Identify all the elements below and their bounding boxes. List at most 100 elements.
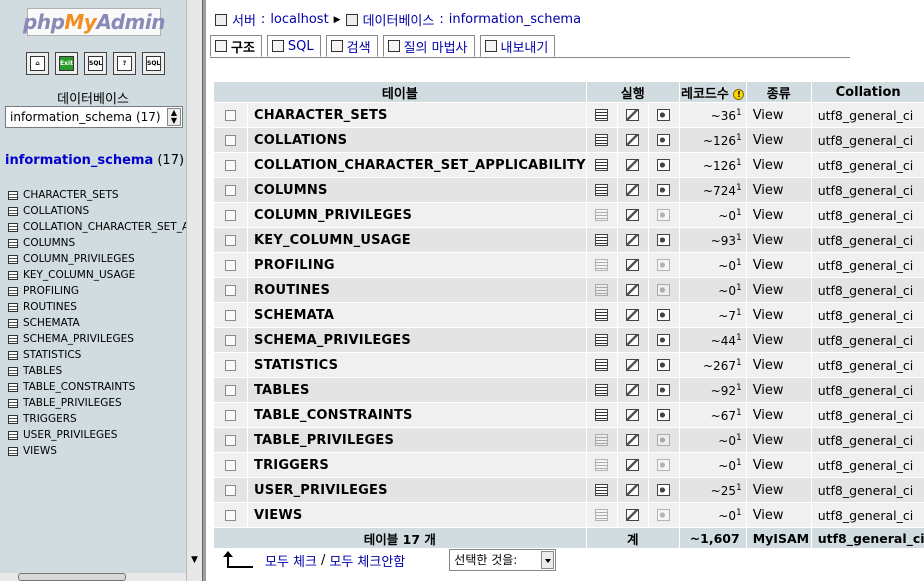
structure-icon[interactable] [626,484,640,496]
search-icon[interactable] [657,184,671,196]
tree-item[interactable]: KEY_COLUMN_USAGE [8,267,186,283]
table-browse-icon[interactable] [8,190,18,200]
table-browse-icon[interactable] [8,286,18,296]
row-table-name[interactable]: COLUMNS [248,178,586,202]
chevron-down-icon[interactable] [541,551,555,569]
search-icon[interactable] [657,309,671,321]
row-table-name[interactable]: TABLE_PRIVILEGES [248,428,586,452]
scroll-thumb[interactable] [18,573,126,581]
tree-item-label[interactable]: VIEWS [23,445,57,457]
browse-icon[interactable] [595,484,609,496]
exit-icon[interactable]: Exit [55,52,78,75]
search-icon[interactable] [657,284,671,296]
browse-icon[interactable] [595,159,609,171]
structure-icon[interactable] [626,509,640,521]
structure-icon[interactable] [626,234,640,246]
structure-icon[interactable] [626,184,640,196]
browse-icon[interactable] [595,384,609,396]
tree-item[interactable]: COLLATION_CHARACTER_SET_APPLICABILITY [8,219,186,235]
tree-item-label[interactable]: COLLATIONS [23,205,89,217]
tree-item-label[interactable]: TABLE_CONSTRAINTS [23,381,135,393]
row-table-name[interactable]: CHARACTER_SETS [248,103,586,127]
with-selected-select[interactable]: 선택한 것을: [449,549,557,571]
row-table-name[interactable]: COLLATION_CHARACTER_SET_APPLICABILITY [248,153,586,177]
table-browse-icon[interactable] [8,334,18,344]
table-browse-icon[interactable] [8,302,18,312]
row-checkbox[interactable] [225,159,236,171]
search-icon[interactable] [657,334,671,346]
tree-item[interactable]: VIEWS [8,443,186,459]
database-select[interactable]: information_schema (17) ▲ ▼ [5,106,183,128]
table-browse-icon[interactable] [8,446,18,456]
row-checkbox[interactable] [225,259,236,271]
tree-item[interactable]: TRIGGERS [8,411,186,427]
header-type[interactable]: 종류 [746,82,811,102]
tree-item[interactable]: SCHEMATA [8,315,186,331]
row-checkbox[interactable] [225,134,236,146]
row-table-name[interactable]: USER_PRIVILEGES [248,478,586,502]
tree-item[interactable]: COLLATIONS [8,203,186,219]
search-icon[interactable] [657,509,671,521]
tree-item-label[interactable]: COLUMN_PRIVILEGES [23,253,135,265]
table-browse-icon[interactable] [8,398,18,408]
row-checkbox[interactable] [225,109,236,121]
tree-item-label[interactable]: SCHEMATA [23,317,80,329]
browse-icon[interactable] [595,209,609,221]
tab-query[interactable]: 질의 마법사 [382,35,475,57]
row-table-name[interactable]: TABLE_CONSTRAINTS [248,403,586,427]
structure-icon[interactable] [626,359,640,371]
tree-item-label[interactable]: COLUMNS [23,237,75,249]
row-checkbox[interactable] [225,484,236,496]
row-table-name[interactable]: PROFILING [248,253,586,277]
structure-icon[interactable] [626,109,640,121]
breadcrumb-server-label[interactable]: 서버 [232,10,256,29]
row-checkbox[interactable] [225,359,236,371]
help-icon[interactable]: ? [113,52,136,75]
row-checkbox[interactable] [225,434,236,446]
tree-item-label[interactable]: PROFILING [23,285,79,297]
table-browse-icon[interactable] [8,206,18,216]
tree-item[interactable]: COLUMN_PRIVILEGES [8,251,186,267]
browse-icon[interactable] [595,409,609,421]
breadcrumb-db-label[interactable]: 데이터베이스 [363,10,435,29]
search-icon[interactable] [657,259,671,271]
tree-item[interactable]: TABLE_CONSTRAINTS [8,379,186,395]
table-browse-icon[interactable] [8,414,18,424]
search-icon[interactable] [657,409,671,421]
tree-item[interactable]: TABLE_PRIVILEGES [8,395,186,411]
browse-icon[interactable] [595,459,609,471]
row-checkbox[interactable] [225,234,236,246]
row-table-name[interactable]: VIEWS [248,503,586,527]
left-horizontal-scrollbar[interactable] [0,573,186,581]
check-all-link[interactable]: 모두 체크 [265,551,317,570]
tree-item-label[interactable]: USER_PRIVILEGES [23,429,117,441]
structure-icon[interactable] [626,159,640,171]
search-icon[interactable] [657,234,671,246]
tree-item-label[interactable]: KEY_COLUMN_USAGE [23,269,135,281]
table-browse-icon[interactable] [8,270,18,280]
table-browse-icon[interactable] [8,430,18,440]
browse-icon[interactable] [595,309,609,321]
tree-item[interactable]: TABLES [8,363,186,379]
tree-item[interactable]: SCHEMA_PRIVILEGES [8,331,186,347]
structure-icon[interactable] [626,134,640,146]
structure-icon[interactable] [626,384,640,396]
header-records[interactable]: 레코드수 ! [679,82,746,102]
search-icon[interactable] [657,434,671,446]
row-checkbox[interactable] [225,284,236,296]
structure-icon[interactable] [626,409,640,421]
tree-item[interactable]: COLUMNS [8,235,186,251]
header-collation[interactable]: Collation [811,82,924,102]
tree-item-label[interactable]: CHARACTER_SETS [23,189,119,201]
tree-item[interactable]: PROFILING [8,283,186,299]
row-table-name[interactable]: COLUMN_PRIVILEGES [248,203,586,227]
structure-icon[interactable] [626,459,640,471]
tab-export[interactable]: 내보내기 [479,35,556,57]
tree-item-label[interactable]: SCHEMA_PRIVILEGES [23,333,134,345]
structure-icon[interactable] [626,284,640,296]
table-browse-icon[interactable] [8,366,18,376]
tree-item-label[interactable]: TRIGGERS [23,413,77,425]
sql-docs-icon[interactable]: SQL [142,52,165,75]
tree-item-label[interactable]: COLLATION_CHARACTER_SET_APPLICABILITY [23,221,186,233]
breadcrumb-server-value[interactable]: localhost [270,12,328,27]
